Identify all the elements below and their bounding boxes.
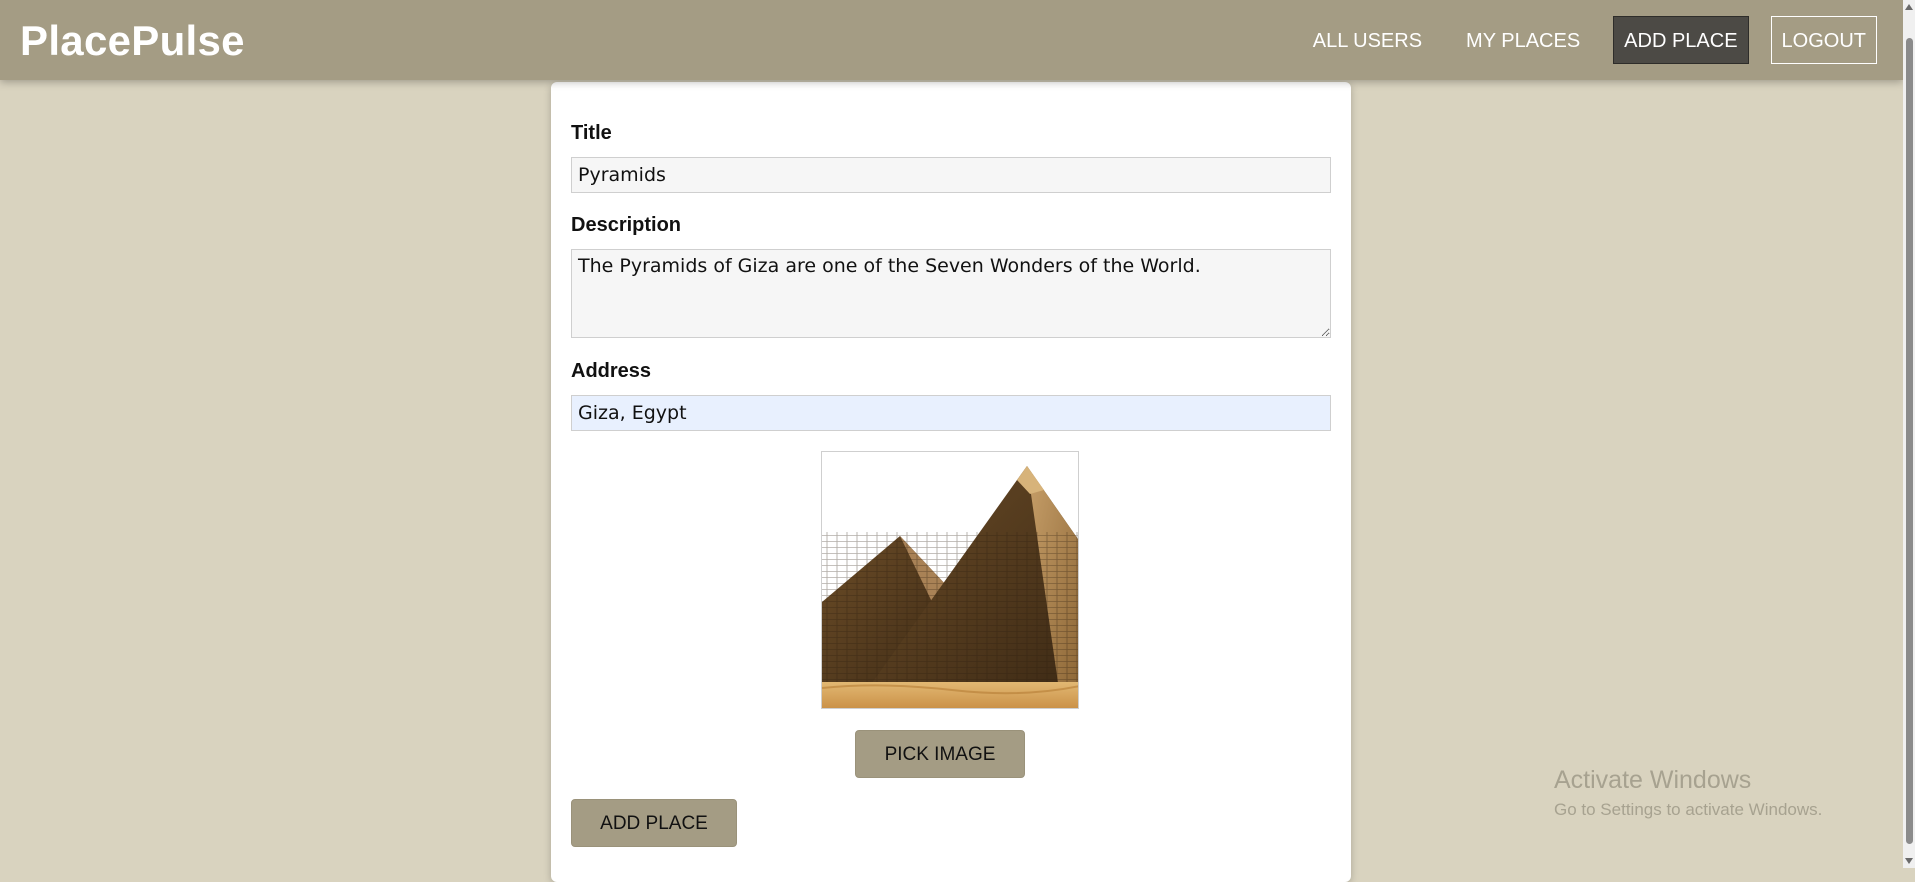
app-logo[interactable]: PlacePulse (20, 17, 245, 65)
image-preview (821, 451, 1079, 709)
logout-button[interactable]: LOGOUT (1770, 16, 1877, 64)
address-input[interactable] (571, 395, 1331, 431)
pick-image-button[interactable]: PICK IMAGE (855, 730, 1025, 778)
main-nav: ALL USERS MY PLACES ADD PLACE LOGOUT (1280, 16, 1877, 64)
vertical-scrollbar[interactable] (1903, 0, 1915, 868)
address-label: Address (571, 360, 652, 382)
title-label: Title (571, 122, 612, 144)
pyramid-image (822, 452, 1078, 708)
add-place-form: Title Description The Pyramids of Giza a… (551, 82, 1351, 882)
scroll-down-icon[interactable] (1905, 858, 1913, 864)
activate-windows-title: Activate Windows (1554, 766, 1752, 794)
activate-windows-subtitle: Go to Settings to activate Windows. (1554, 800, 1823, 819)
nav-add-place[interactable]: ADD PLACE (1613, 16, 1749, 64)
scrollbar-thumb[interactable] (1906, 38, 1913, 844)
description-textarea[interactable]: The Pyramids of Giza are one of the Seve… (571, 249, 1331, 338)
title-input[interactable] (571, 157, 1331, 193)
top-header: PlacePulse ALL USERS MY PLACES ADD PLACE… (0, 0, 1903, 80)
add-place-submit-button[interactable]: ADD PLACE (571, 799, 737, 847)
scroll-up-icon[interactable] (1905, 4, 1913, 10)
nav-all-users[interactable]: ALL USERS (1302, 16, 1433, 64)
description-label: Description (571, 214, 682, 236)
nav-my-places[interactable]: MY PLACES (1455, 16, 1591, 64)
